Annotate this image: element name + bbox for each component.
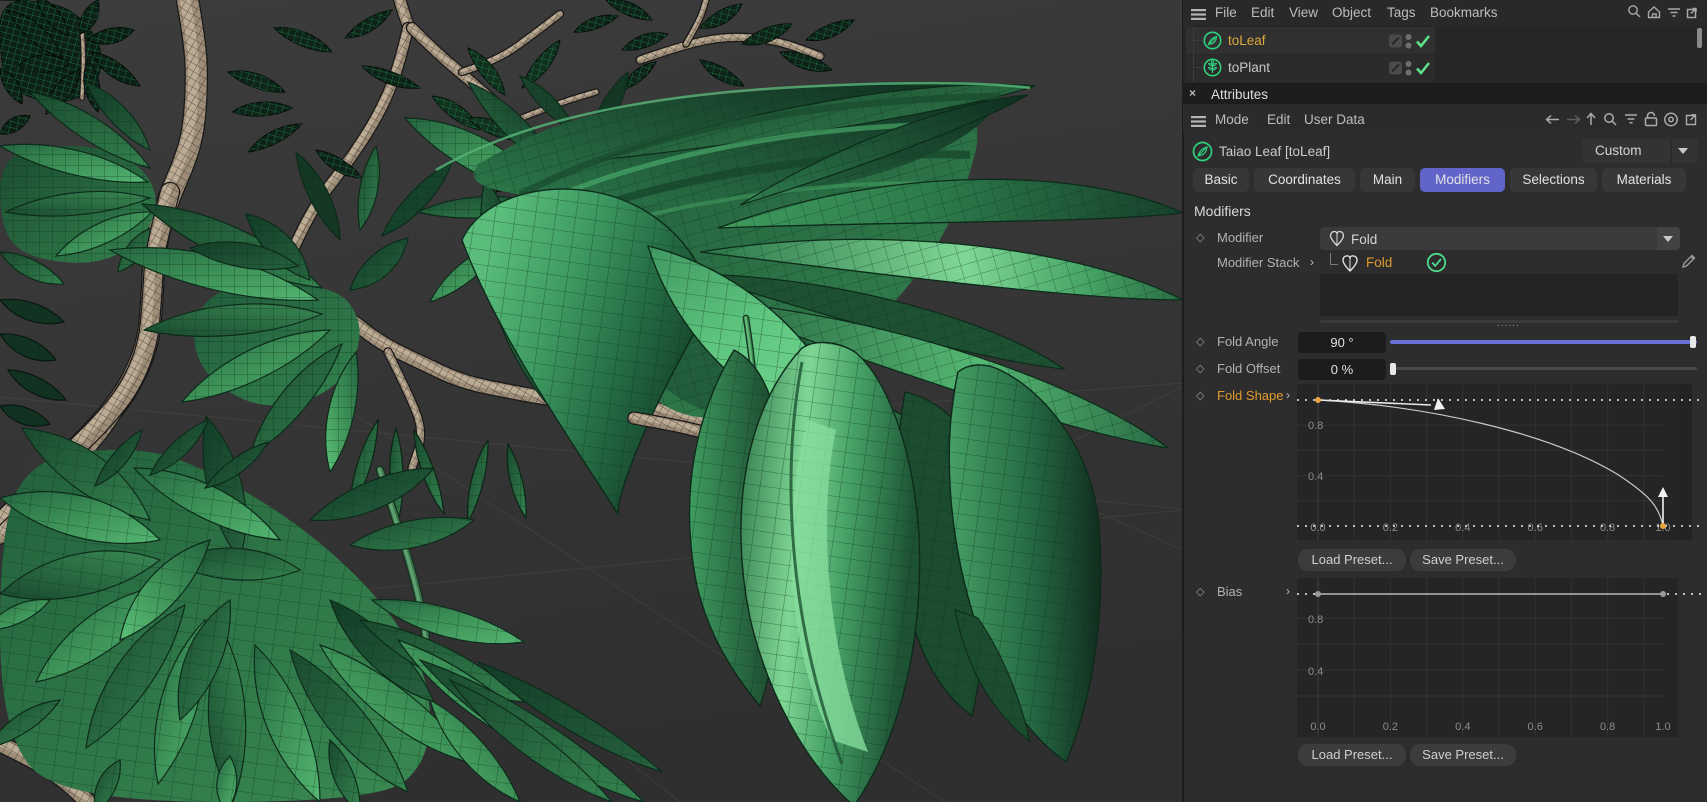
svg-text:0.8: 0.8 xyxy=(1308,614,1323,626)
svg-text:0.8: 0.8 xyxy=(1600,721,1615,733)
svg-text:0.6: 0.6 xyxy=(1528,522,1543,534)
svg-text:0.4: 0.4 xyxy=(1308,471,1323,483)
svg-text:0.2: 0.2 xyxy=(1383,522,1398,534)
svg-text:0.2: 0.2 xyxy=(1383,721,1398,733)
svg-text:0.6: 0.6 xyxy=(1528,721,1543,733)
svg-text:0.0: 0.0 xyxy=(1310,721,1325,733)
svg-text:0.8: 0.8 xyxy=(1308,420,1323,432)
svg-text:0.4: 0.4 xyxy=(1455,522,1470,534)
svg-text:0.0: 0.0 xyxy=(1310,522,1325,534)
svg-text:0.8: 0.8 xyxy=(1600,522,1615,534)
svg-text:0.4: 0.4 xyxy=(1308,666,1323,678)
svg-text:0.4: 0.4 xyxy=(1455,721,1470,733)
svg-text:1.0: 1.0 xyxy=(1655,721,1670,733)
